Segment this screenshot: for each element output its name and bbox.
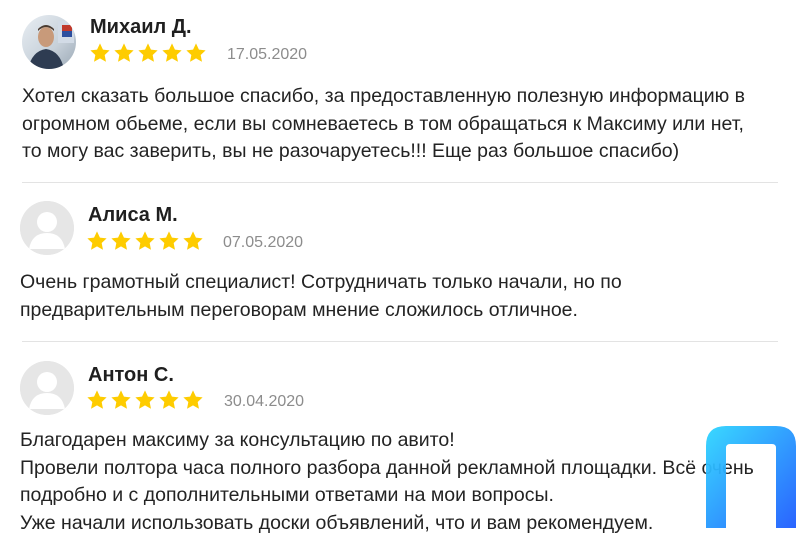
star-icon: [162, 43, 182, 62]
review-text-line: Хотел сказать большое спасибо, за предос…: [22, 85, 746, 107]
divider: [22, 341, 778, 342]
star-icon: [111, 390, 131, 409]
reviewer-name[interactable]: Михаил Д.: [90, 16, 192, 39]
default-user-icon: [20, 201, 74, 255]
reviewer-name[interactable]: Антон С.: [88, 364, 174, 387]
star-icon: [159, 390, 179, 409]
review-text-line: Очень грамотный специалист! Сотрудничать…: [20, 271, 622, 293]
star-icon: [135, 390, 155, 409]
review-text-line: то могу вас заверить, вы не разочаруетес…: [22, 140, 680, 162]
avatar[interactable]: [22, 15, 76, 69]
review-date: 30.04.2020: [224, 393, 305, 410]
review-date: 17.05.2020: [227, 46, 308, 63]
review-text-line: Благодарен максиму за консультацию по ав…: [20, 429, 455, 451]
star-icon: [87, 390, 107, 409]
default-user-icon: [20, 361, 74, 415]
review-text: Благодарен максиму за консультацию по ав…: [20, 427, 754, 533]
review-text-line: Провели полтора часа полного разбора дан…: [20, 456, 754, 479]
avatar[interactable]: [20, 201, 74, 255]
rating-stars: [89, 42, 207, 64]
star-icon: [111, 231, 131, 250]
star-icon: [135, 231, 155, 250]
review-text: Очень грамотный специалист! Сотрудничать…: [20, 269, 622, 324]
reviews-page: Михаил Д. 17.05.2020 Хотел сказать больш…: [0, 0, 803, 533]
avatar[interactable]: [20, 361, 74, 415]
star-icon: [159, 231, 179, 250]
review-text-line: предварительным переговорам мнение сложи…: [20, 298, 578, 321]
star-icon: [186, 43, 206, 62]
star-icon: [87, 231, 107, 250]
reviewer-name[interactable]: Алиса М.: [88, 204, 178, 227]
star-icon: [183, 390, 203, 409]
review-text-line: огромном обьеме, если вы сомневаетесь в …: [22, 112, 744, 135]
star-icon: [90, 43, 110, 62]
divider: [22, 182, 778, 183]
brand-logo-icon: [706, 426, 796, 528]
review-date: 07.05.2020: [223, 234, 304, 251]
star-icon: [114, 43, 134, 62]
review-text: Хотел сказать большое спасибо, за предос…: [22, 83, 745, 166]
review-text-line: подробно и с дополнительными ответами на…: [20, 484, 554, 506]
rating-stars: [86, 389, 204, 411]
user-photo-icon: [28, 21, 74, 69]
rating-stars: [86, 230, 204, 252]
star-icon: [138, 43, 158, 62]
review-text-line: Уже начали использовать доски объявлений…: [20, 511, 654, 533]
star-icon: [183, 231, 203, 250]
